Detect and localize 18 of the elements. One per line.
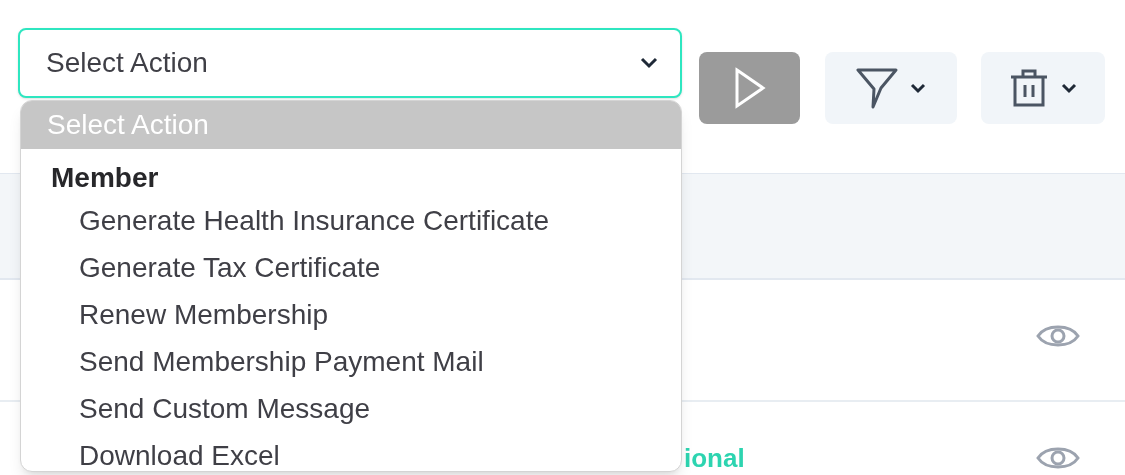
chevron-down-icon xyxy=(910,82,926,94)
menu-group-label: Member xyxy=(50,161,160,195)
menu-option[interactable]: Generate Tax Certificate xyxy=(21,244,681,291)
table-cell: ional xyxy=(684,443,745,473)
action-select[interactable]: Select Action xyxy=(18,28,682,98)
menu-option[interactable]: Renew Membership xyxy=(21,291,681,338)
run-button[interactable] xyxy=(699,52,800,124)
chevron-down-icon xyxy=(1061,82,1077,94)
chevron-down-icon xyxy=(640,57,658,69)
trash-icon xyxy=(1009,67,1049,109)
filter-icon xyxy=(856,67,898,109)
select-value: Select Action xyxy=(46,46,208,80)
menu-option[interactable]: Send Membership Payment Mail xyxy=(21,338,681,385)
delete-button[interactable] xyxy=(981,52,1105,124)
menu-option[interactable]: Send Custom Message xyxy=(21,385,681,432)
filter-button[interactable] xyxy=(825,52,957,124)
menu-option[interactable]: Download Excel xyxy=(21,432,681,471)
menu-option[interactable]: Generate Health Insurance Certificate xyxy=(21,197,681,244)
